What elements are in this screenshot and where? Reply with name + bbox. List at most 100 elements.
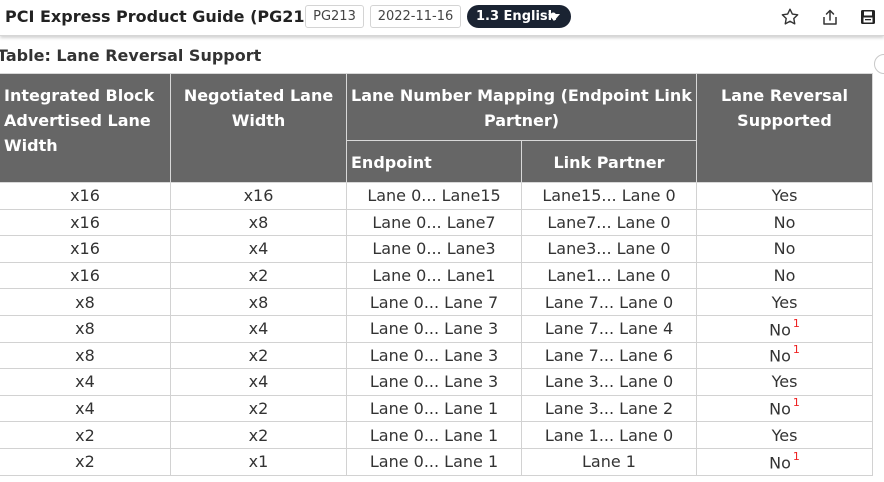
top-toolbar: PCI Express Product Guide (PG213) PG213 … <box>0 0 884 36</box>
table-caption: Table: Lane Reversal Support <box>0 46 262 65</box>
cell-link-partner-text: Lane 3... Lane 0 <box>544 372 674 392</box>
cell-link-partner-text: Lane 1... Lane 0 <box>544 425 674 445</box>
table-body: x16 x16 Lane 0... Lane15 Lane15... Lane 0 Ye… <box>0 182 873 476</box>
cell-integrated-width: x4 <box>0 368 171 396</box>
cell-endpoint: Lane 0... Lane1 <box>346 261 522 290</box>
cell-lane-reversal-text: Yes <box>771 186 798 206</box>
cell-negotiated-width-text: x1 <box>248 452 269 472</box>
cell-negotiated-width: x4 <box>170 235 347 263</box>
cell-negotiated-width: x2 <box>170 261 347 290</box>
cell-lane-reversal: Yes <box>696 182 873 210</box>
cell-lane-reversal-text: Yes <box>771 425 798 445</box>
version-language-dropdown[interactable]: 1.3 English <box>467 5 571 28</box>
cell-integrated-width: x4 <box>0 394 171 423</box>
cell-integrated-width: x8 <box>0 341 171 370</box>
table-row: x16 x2 Lane 0... Lane1 Lane1... Lane 0 No <box>0 261 873 290</box>
cell-integrated-width: x2 <box>0 447 171 476</box>
download-pdf-icon[interactable] <box>858 7 878 27</box>
cell-negotiated-width: x2 <box>170 394 347 423</box>
cell-negotiated-width-text: x4 <box>248 239 269 259</box>
cell-integrated-width: x16 <box>0 235 171 263</box>
cell-lane-reversal: Yes <box>696 368 873 396</box>
cell-lane-reversal: No 1 <box>696 394 873 423</box>
date-chip[interactable]: 2022-11-16 <box>370 5 461 28</box>
cell-link-partner: Lane15... Lane 0 <box>521 182 697 210</box>
cell-endpoint-text: Lane 0... Lane1 <box>372 266 496 286</box>
cell-negotiated-width-text: x2 <box>248 425 269 445</box>
cell-endpoint-text: Lane 0... Lane 1 <box>369 399 499 419</box>
cell-endpoint: Lane 0... Lane 3 <box>346 314 522 343</box>
cell-link-partner: Lane 7... Lane 4 <box>521 314 697 343</box>
cell-link-partner-text: Lane 1 <box>582 452 636 472</box>
cell-negotiated-width: x2 <box>170 341 347 370</box>
cell-integrated-width: x2 <box>0 421 171 449</box>
table-row: x2 x1 Lane 0... Lane 1 Lane 1 No 1 <box>0 447 873 476</box>
cell-lane-reversal: Yes <box>696 288 873 316</box>
cell-negotiated-width: x4 <box>170 314 347 343</box>
cell-negotiated-width: x8 <box>170 288 347 316</box>
cell-negotiated-width-text: x2 <box>248 345 269 365</box>
table-row: x8 x2 Lane 0... Lane 3 Lane 7... Lane 6 No 1 <box>0 341 873 370</box>
cell-integrated-width-text: x8 <box>75 345 95 365</box>
cell-link-partner-text: Lane3... Lane 0 <box>547 239 671 259</box>
cell-integrated-width-text: x2 <box>75 452 95 472</box>
header-lane-reversal: Lane Reversal Supported <box>696 73 873 183</box>
cell-endpoint-text: Lane 0... Lane 1 <box>369 425 499 445</box>
footnote-marker[interactable]: 1 <box>793 450 800 463</box>
share-icon[interactable] <box>820 7 840 27</box>
cell-link-partner-text: Lane 7... Lane 6 <box>544 345 674 365</box>
cell-integrated-width-text: x2 <box>75 425 95 445</box>
cell-integrated-width-text: x16 <box>70 239 100 259</box>
cell-lane-reversal-text: Yes <box>771 372 798 392</box>
table-row: x2 x2 Lane 0... Lane 1 Lane 1... Lane 0 Yes <box>0 421 873 449</box>
cell-endpoint-text: Lane 0... Lane7 <box>372 212 496 232</box>
footnote-marker[interactable]: 1 <box>793 396 800 409</box>
header-link-partner: Link Partner <box>521 140 697 183</box>
cell-lane-reversal-text: No <box>773 239 796 259</box>
cell-link-partner: Lane 3... Lane 2 <box>521 394 697 423</box>
header-negotiated-width: Negotiated Lane Width <box>170 73 347 183</box>
cell-endpoint: Lane 0... Lane7 <box>346 208 522 237</box>
cell-lane-reversal-text: No <box>769 399 791 419</box>
lane-reversal-table: Integrated Block Advertised Lane Width N… <box>0 73 873 476</box>
cell-integrated-width-text: x16 <box>70 186 100 206</box>
cell-endpoint: Lane 0... Lane 3 <box>346 341 522 370</box>
table-row: x8 x8 Lane 0... Lane 7 Lane 7... Lane 0 Yes <box>0 288 873 316</box>
star-icon[interactable] <box>780 7 800 27</box>
cell-endpoint: Lane 0... Lane 7 <box>346 288 522 316</box>
cell-negotiated-width-text: x8 <box>248 212 269 232</box>
cell-negotiated-width: x1 <box>170 447 347 476</box>
cell-integrated-width: x16 <box>0 261 171 290</box>
doc-id-chip[interactable]: PG213 <box>305 5 364 28</box>
cell-integrated-width-text: x4 <box>75 372 95 392</box>
cell-negotiated-width: x16 <box>170 182 347 210</box>
cell-endpoint-text: Lane 0... Lane 3 <box>369 319 499 339</box>
cell-link-partner: Lane 7... Lane 6 <box>521 341 697 370</box>
header-endpoint: Endpoint <box>346 140 522 183</box>
cell-integrated-width: x16 <box>0 182 171 210</box>
cell-negotiated-width-text: x4 <box>248 319 269 339</box>
cell-link-partner: Lane 1... Lane 0 <box>521 421 697 449</box>
caret-down-icon <box>548 14 560 21</box>
cell-link-partner: Lane3... Lane 0 <box>521 235 697 263</box>
cell-negotiated-width-text: x2 <box>248 399 269 419</box>
cell-lane-reversal: Yes <box>696 421 873 449</box>
cell-endpoint: Lane 0... Lane 1 <box>346 394 522 423</box>
cell-integrated-width-text: x8 <box>75 292 95 312</box>
cell-negotiated-width-text: x8 <box>248 292 269 312</box>
cell-lane-reversal: No <box>696 261 873 290</box>
cell-link-partner: Lane 7... Lane 0 <box>521 288 697 316</box>
cell-link-partner-text: Lane7... Lane 0 <box>547 212 671 232</box>
cell-endpoint: Lane 0... Lane15 <box>346 182 522 210</box>
footnote-marker[interactable]: 1 <box>793 343 800 356</box>
cell-link-partner-text: Lane 7... Lane 0 <box>544 292 674 312</box>
cell-negotiated-width: x8 <box>170 208 347 237</box>
footnote-marker[interactable]: 1 <box>793 317 800 330</box>
cell-link-partner-text: Lane 3... Lane 2 <box>544 399 674 419</box>
side-scroll-handle[interactable] <box>874 54 884 74</box>
cell-negotiated-width-text: x16 <box>243 186 274 206</box>
cell-lane-reversal-text: No <box>769 319 791 339</box>
cell-integrated-width-text: x16 <box>70 266 100 286</box>
cell-endpoint: Lane 0... Lane 3 <box>346 368 522 396</box>
cell-lane-reversal: No 1 <box>696 447 873 476</box>
